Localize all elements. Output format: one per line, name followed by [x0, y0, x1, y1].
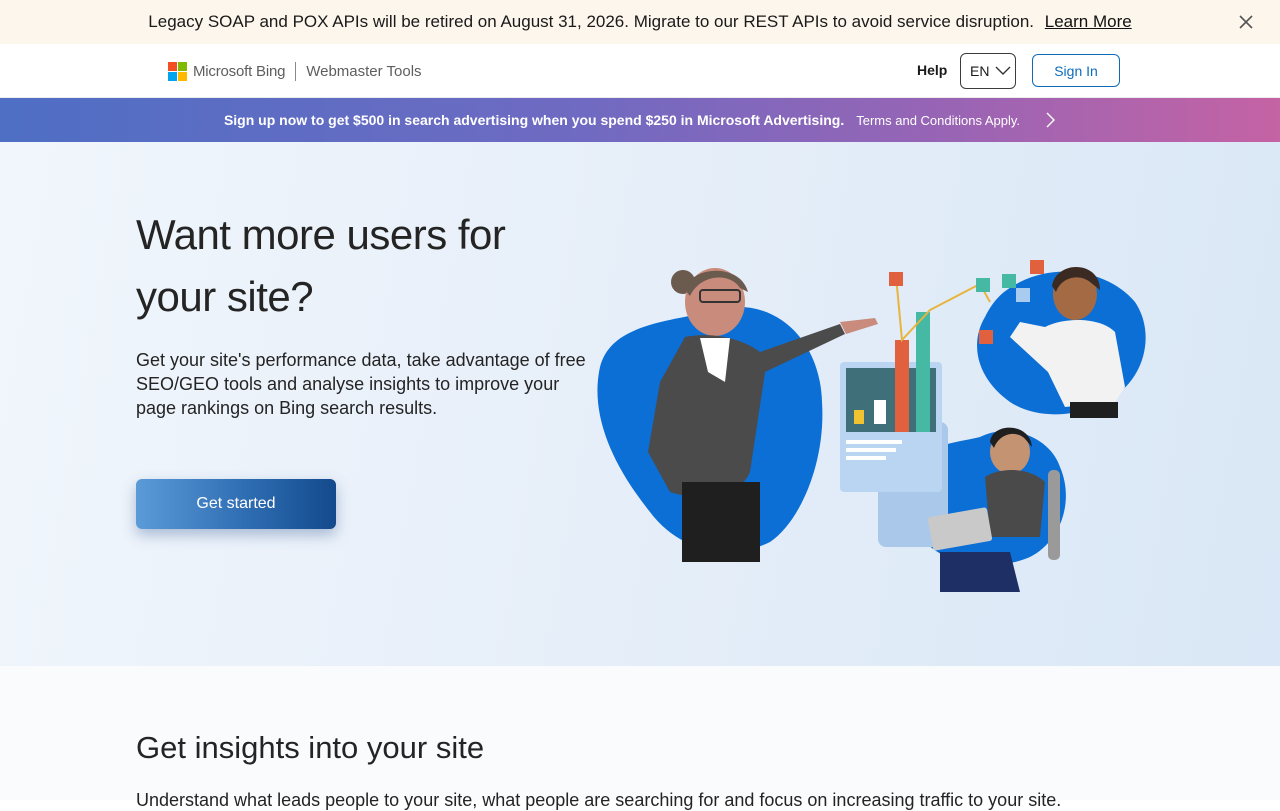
brand-name: Microsoft Bing — [193, 62, 286, 80]
man-shirt — [985, 470, 1045, 537]
chevron-right-icon[interactable] — [1046, 112, 1056, 128]
trend-line — [895, 275, 991, 343]
product-name: Webmaster Tools — [306, 62, 422, 80]
microsoft-logo-icon — [168, 61, 187, 81]
orange-bar — [895, 340, 909, 432]
site-header: Microsoft Bing Webmaster Tools Help EN S… — [0, 44, 1280, 98]
hero-illustration — [597, 260, 1146, 592]
get-started-button[interactable]: Get started — [136, 479, 336, 529]
man-chair — [1048, 470, 1060, 560]
notice-message: Legacy SOAP and POX APIs will be retired… — [148, 12, 1131, 32]
brand-divider — [295, 61, 297, 81]
retirement-notice-banner: Legacy SOAP and POX APIs will be retired… — [0, 0, 1280, 44]
language-value: EN — [970, 63, 990, 79]
promo-terms-link[interactable]: Terms and Conditions Apply. — [856, 113, 1020, 128]
insights-title: Get insights into your site — [136, 730, 485, 765]
hero-section: Want more users for your site? Get your … — [0, 142, 1280, 666]
insights-section: Get insights into your site Understand w… — [0, 666, 1280, 810]
help-link[interactable]: Help — [917, 62, 947, 78]
language-selector[interactable]: EN — [960, 53, 1016, 89]
insights-text: Understand what leads people to your sit… — [136, 790, 1062, 810]
close-icon[interactable] — [1236, 12, 1256, 32]
hero-title: Want more users for your site? — [136, 211, 506, 320]
hero-subtitle: Get your site's performance data, take a… — [136, 350, 586, 418]
promo-text[interactable]: Sign up now to get $500 in search advert… — [224, 112, 844, 128]
chevron-down-icon — [995, 66, 1011, 75]
notice-text: Legacy SOAP and POX APIs will be retired… — [148, 12, 1035, 31]
sign-in-button[interactable]: Sign In — [1032, 54, 1120, 87]
learn-more-link[interactable]: Learn More — [1045, 12, 1132, 31]
promo-bar[interactable]: Sign up now to get $500 in search advert… — [0, 98, 1280, 142]
teal-bar — [916, 312, 930, 432]
brand-logo-link[interactable]: Microsoft Bing Webmaster Tools — [168, 60, 422, 82]
